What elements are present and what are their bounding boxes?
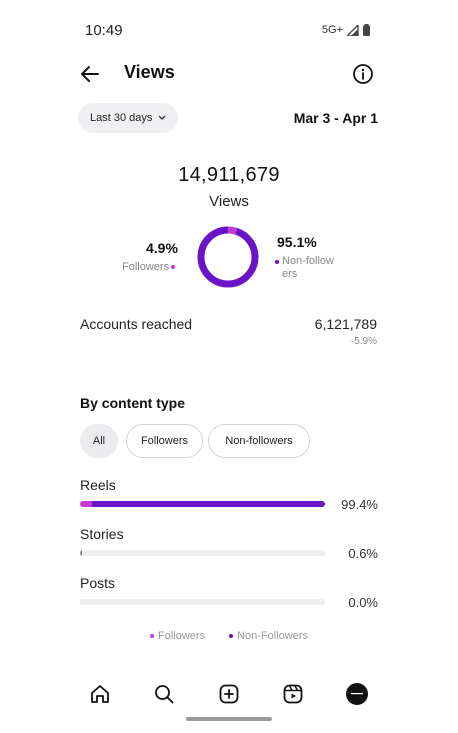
date-range-text: Mar 3 - Apr 1 [293,110,378,126]
chip-all[interactable]: All [80,424,118,458]
views-donut-chart [197,226,259,288]
content-row-label-stories: Stories [80,526,124,542]
legend-item-nonfollowers: Non-Followers [229,630,308,642]
home-icon[interactable] [89,683,111,705]
chip-followers[interactable]: Followers [126,424,203,458]
nonfollowers-sublabel: Non-follow ers [275,255,345,281]
legend-dot-followers-icon [150,634,154,638]
gesture-home-bar[interactable] [186,717,272,721]
status-indicators: 5G+ [322,24,370,36]
content-bar-reels [80,501,325,507]
content-bar-stories-nonfollowers [80,550,82,556]
chevron-down-icon [158,115,166,120]
profile-avatar[interactable] [346,683,368,705]
network-label: 5G+ [321,24,343,36]
legend-item-followers: Followers [150,630,205,642]
content-row-label-reels: Reels [80,477,116,493]
total-views-label: Views [209,193,249,210]
content-pct-posts: 0.0% [348,595,378,610]
nonfollowers-dot-icon [275,260,279,264]
section-title-content-type: By content type [80,395,186,411]
nonfollowers-sublabel-text: Non-follow ers [282,255,334,280]
accounts-reached-change: -5.9% [350,336,377,347]
profile-logo-icon [351,693,363,695]
reels-icon[interactable] [282,683,304,705]
content-bar-stories [80,550,325,556]
legend-dot-nonfollowers-icon [229,634,234,638]
signal-icon [347,24,359,36]
content-pct-reels: 99.4% [341,497,378,512]
followers-sublabel: Followers [122,261,176,273]
content-bar-posts [80,599,325,605]
page-title: Views [124,62,175,82]
legend-label-nonfollowers: Non-Followers [237,630,308,642]
content-bar-reels-nonfollowers [92,501,325,507]
info-icon[interactable] [352,63,374,85]
followers-percentage: 4.9% [146,240,178,256]
status-time: 10:49 [85,22,123,39]
date-range-dropdown-label: Last 30 days [90,112,153,124]
accounts-reached-label: Accounts reached [80,316,193,332]
nonfollowers-percentage: 95.1% [277,234,317,250]
followers-sublabel-text: Followers [122,261,170,273]
date-range-dropdown[interactable]: Last 30 days [78,103,179,133]
back-arrow-icon[interactable] [78,62,102,86]
chip-non-followers[interactable]: Non-followers [208,424,310,458]
accounts-reached-value: 6,121,789 [314,316,377,332]
create-icon[interactable] [218,683,240,705]
chart-legend: Followers Non-Followers [0,630,458,642]
legend-label-followers: Followers [158,630,206,642]
content-bar-reels-followers [80,501,93,507]
battery-icon [363,24,370,36]
followers-dot-icon [171,265,176,269]
donut-slice-nonfollowers [197,226,259,288]
search-icon[interactable] [153,683,175,705]
total-views: 14,911,679 [178,164,280,186]
content-pct-stories: 0.6% [348,546,378,561]
content-row-label-posts: Posts [80,575,116,591]
